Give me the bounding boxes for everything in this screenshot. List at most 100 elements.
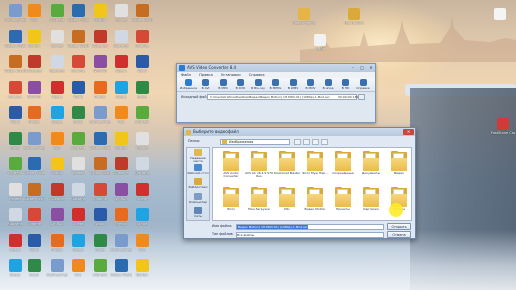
desktop-icon[interactable]: CCleaner <box>23 55 45 81</box>
desktop-icon-faststone[interactable]: FastStone Capture <box>491 118 515 144</box>
place-item[interactable]: Библиотеки <box>187 177 209 192</box>
folder-item[interactable]: Сохранённые <box>328 150 358 184</box>
toolbar-button[interactable]: В HD <box>338 79 354 91</box>
desktop-icon[interactable]: Norton <box>89 4 111 30</box>
desktop-icon[interactable]: Корзина <box>46 55 68 81</box>
desktop-icon[interactable]: Компьютер <box>23 131 45 158</box>
desktop-icon[interactable]: Excel <box>131 80 153 107</box>
desktop-icon[interactable]: Yandex <box>67 157 89 183</box>
folder-item[interactable]: AVS AC v8.2.5.579 Rus <box>244 150 274 184</box>
menu-settings[interactable]: Установки <box>221 73 241 77</box>
toolbar-button[interactable]: В MPEG <box>268 79 284 91</box>
desktop-icon[interactable]: Компьютер <box>110 233 132 260</box>
folder-item[interactable]: Мои Загрузки <box>244 186 274 220</box>
desktop-icon[interactable]: Firefox <box>46 233 68 260</box>
new-folder-icon[interactable] <box>312 138 319 145</box>
desktop-icon[interactable]: Adobe Photoshop <box>23 157 45 183</box>
toolbar-button[interactable]: В ипод <box>320 79 336 91</box>
desktop-icon[interactable]: Chrome <box>89 182 111 209</box>
cancel-button[interactable]: Отмена <box>387 231 411 238</box>
desktop-icon[interactable]: uTorrent <box>46 4 68 30</box>
desktop-icon[interactable]: Корзина <box>131 157 153 183</box>
toolbar-button[interactable]: В Blu-ray <box>250 79 266 91</box>
desktop-icon[interactable]: Yandex <box>46 29 68 56</box>
desktop-icon[interactable]: Opera <box>67 208 89 234</box>
folder-item[interactable]: AVS Audio Converter <box>216 150 246 184</box>
maximize-icon[interactable]: □ <box>358 65 366 71</box>
desktop-icon[interactable]: Skype <box>46 106 68 132</box>
desktop-icon[interactable]: Компьютер <box>46 259 68 285</box>
folder-item[interactable]: Картинки <box>356 186 386 220</box>
desktop-icon[interactable]: WinRAR <box>23 80 45 107</box>
desktop-icon[interactable]: Firefox <box>89 80 111 107</box>
toolbar-button[interactable]: Избранное <box>180 79 197 91</box>
toolbar-button[interactable]: Справка <box>355 79 371 91</box>
desktop-icon[interactable]: Opera <box>110 55 132 81</box>
desktop-icon[interactable]: Skype <box>110 80 132 107</box>
toolbar-button[interactable]: В MOV <box>303 79 319 91</box>
desktop-icon[interactable]: Adobe Photoshop <box>89 131 111 158</box>
menu-help[interactable]: Справка <box>249 73 265 77</box>
desktop-icon[interactable]: Adobe Photoshop <box>67 4 89 30</box>
look-in-select[interactable]: Изображения <box>220 138 290 145</box>
desktop-icon[interactable]: Excel <box>67 106 89 132</box>
menu-edit[interactable]: Правка <box>199 73 213 77</box>
desktop-icon[interactable]: Opera <box>131 182 153 209</box>
menu-file[interactable]: Файл <box>181 73 191 77</box>
desktop-icon[interactable]: Adobe Illustrator <box>67 29 89 56</box>
dialog-close-icon[interactable]: ✕ <box>403 129 414 135</box>
desktop-icon[interactable]: Adobe Illustrator <box>89 157 111 183</box>
desktop-icon[interactable]: CCleaner <box>89 29 111 56</box>
desktop-icon[interactable]: Корзина <box>110 29 132 56</box>
desktop-icon-new-folder[interactable]: Новая папка <box>292 8 316 34</box>
desktop-icon[interactable]: Firefox <box>110 208 132 234</box>
input-file-field[interactable]: C:\Users\Kristina\Desktop\Видео\Видео Mo… <box>207 94 357 100</box>
desktop-icon[interactable]: Chrome <box>131 29 153 56</box>
desktop-icon[interactable]: Excel <box>23 259 45 285</box>
desktop-icon[interactable]: Adobe Photoshop <box>110 259 132 285</box>
desktop-icon[interactable]: Word <box>23 233 45 260</box>
browse-button[interactable] <box>358 94 365 100</box>
place-item[interactable]: Компьютер <box>187 192 209 207</box>
desktop-icon[interactable]: Word <box>89 208 111 234</box>
desktop-icon[interactable]: Norton <box>46 157 68 183</box>
folder-item[interactable]: Видео Motion <box>300 186 330 220</box>
folder-item[interactable]: Фото Муж Пар... <box>300 150 330 184</box>
desktop-icon-document[interactable] <box>488 8 512 34</box>
desktop-icon[interactable]: CCleaner <box>46 182 68 209</box>
toolbar-button[interactable]: В WMV <box>285 79 301 91</box>
desktop-icon[interactable]: Skype <box>131 208 153 234</box>
folder-item[interactable]: Документы <box>356 150 386 184</box>
toolbar-button[interactable]: В AVI <box>198 79 214 91</box>
desktop-icon[interactable]: WinRAR <box>89 55 111 81</box>
close-icon[interactable]: ✕ <box>367 65 375 71</box>
desktop-icon[interactable]: Opera <box>46 80 68 107</box>
folder-item[interactable]: Download Master <box>272 150 302 184</box>
desktop-icon[interactable]: Excel <box>89 233 111 260</box>
up-folder-icon[interactable] <box>303 138 310 145</box>
desktop-icon[interactable]: WinRAR <box>46 208 68 234</box>
desktop-icon[interactable]: Yandex <box>110 4 132 30</box>
desktop-icon-file[interactable]: Файл <box>308 34 332 60</box>
desktop-icon[interactable]: Word <box>67 80 89 107</box>
place-item[interactable]: Недавние места <box>187 148 209 163</box>
file-type-select[interactable]: Все файлы <box>236 231 384 238</box>
folder-item[interactable]: Проекты <box>328 186 358 220</box>
desktop-icon[interactable]: Adobe Illustrator <box>131 4 153 30</box>
desktop-icon[interactable]: uTorrent <box>131 106 153 132</box>
desktop-icon[interactable]: VLC <box>46 131 68 158</box>
desktop-icon[interactable]: Компьютер <box>89 106 111 132</box>
open-button[interactable]: Открыть <box>387 223 411 230</box>
folder-item[interactable]: Фото <box>216 186 246 220</box>
desktop-icon[interactable]: Norton <box>131 259 153 285</box>
view-menu-icon[interactable] <box>321 138 328 145</box>
file-name-input[interactable]: Видео Motion( 1H.MOV-01) (1080p)-1.Mod.a… <box>236 223 384 230</box>
desktop-icon[interactable]: VLC <box>23 4 45 30</box>
place-item[interactable]: Сеть <box>187 206 209 221</box>
back-icon[interactable] <box>294 138 301 145</box>
desktop-icon[interactable]: Norton <box>23 29 45 56</box>
desktop-icon[interactable]: Word <box>131 55 153 81</box>
desktop-icon[interactable]: Корзина <box>67 182 89 209</box>
desktop-icon[interactable]: Adobe Illustrator <box>23 182 45 209</box>
desktop-icon[interactable]: WinRAR <box>110 182 132 209</box>
